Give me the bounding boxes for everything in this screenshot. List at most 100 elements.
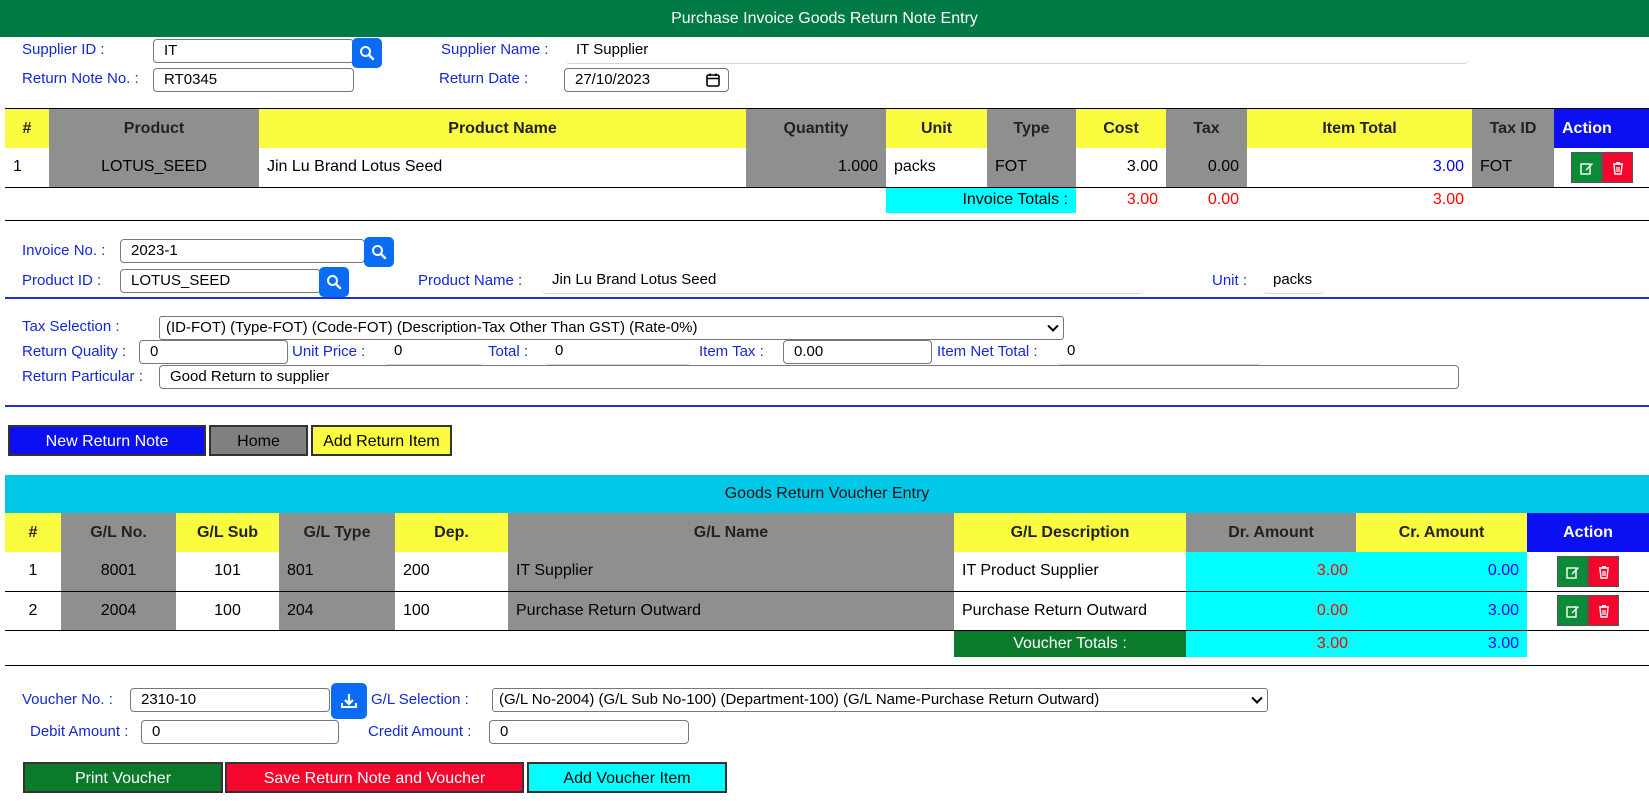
cell-cr-amount: 3.00 (1356, 591, 1527, 631)
item-tax-label: Item Tax : (699, 343, 764, 360)
supplier-search-button[interactable] (352, 38, 382, 68)
supplier-id-label: Supplier ID : (22, 41, 105, 58)
totals-row: Invoice Totals : 3.00 0.00 3.00 (5, 187, 1649, 213)
cell-unit: packs (886, 148, 987, 188)
cell-action (1527, 552, 1649, 592)
add-return-item-button[interactable]: Add Return Item (311, 425, 452, 456)
calendar-icon[interactable] (706, 73, 720, 87)
return-particular-input[interactable]: Good Return to supplier (159, 365, 1459, 389)
voucher-total-cr: 3.00 (1356, 630, 1527, 657)
page-title: Purchase Invoice Goods Return Note Entry (0, 0, 1649, 37)
return-particular-label: Return Particular : (22, 368, 143, 385)
unit-price-label: Unit Price : (292, 343, 366, 360)
cell-gl-sub: 100 (176, 591, 279, 631)
delete-row-button[interactable] (1588, 555, 1619, 587)
col-header: Dep. (395, 513, 508, 552)
gl-selection-select[interactable]: (G/L No-2004) (G/L Sub No-100) (Departme… (492, 688, 1268, 712)
divider (5, 220, 1649, 221)
return-note-input[interactable]: RT0345 (153, 68, 354, 92)
supplier-id-input[interactable]: IT (153, 39, 354, 63)
cell-gl-name: IT Supplier (508, 552, 954, 592)
col-header: Item Total (1247, 109, 1472, 148)
product-name-label: Product Name : (418, 272, 523, 289)
voucher-section-title: Goods Return Voucher Entry (5, 475, 1649, 513)
search-icon (372, 245, 387, 260)
col-header: Cr. Amount (1356, 513, 1527, 552)
voucher-download-button[interactable] (331, 683, 367, 719)
tax-selection-value: (ID-FOT) (Type-FOT) (Code-FOT) (Descript… (166, 319, 698, 336)
cell-no: 1 (5, 148, 49, 188)
cell-tax: 0.00 (1166, 148, 1247, 188)
col-header: G/L Name (508, 513, 954, 552)
search-icon (360, 46, 375, 61)
chevron-down-icon (1251, 692, 1263, 704)
debit-amount-input[interactable]: 0 (141, 720, 339, 744)
cell-dr-amount: 0.00 (1186, 591, 1356, 631)
col-header: G/L Type (279, 513, 395, 552)
trash-icon (1612, 161, 1623, 175)
cell-gl-desc: Purchase Return Outward (954, 591, 1186, 631)
invoice-search-button[interactable] (364, 237, 394, 267)
item-tax-input[interactable]: 0.00 (783, 340, 932, 364)
cell-dr-amount: 3.00 (1186, 552, 1356, 592)
col-header: Product (49, 109, 259, 148)
product-name-field: Jin Lu Brand Lotus Seed (542, 268, 1143, 294)
item-net-total-field: 0 (1057, 339, 1261, 365)
voucher-totals-label: Voucher Totals : (954, 630, 1186, 657)
edit-row-button[interactable] (1557, 555, 1588, 587)
totals-row: Voucher Totals : 3.00 3.00 (5, 630, 1649, 657)
unit-field: packs (1263, 268, 1324, 294)
product-id-input[interactable]: LOTUS_SEED (120, 269, 321, 293)
voucher-table: # G/L No. G/L Sub G/L Type Dep. G/L Name… (5, 513, 1649, 657)
voucher-no-label: Voucher No. : (22, 691, 113, 708)
cell-dep: 200 (395, 552, 508, 592)
divider (5, 405, 1649, 407)
col-header: Tax (1166, 109, 1247, 148)
cell-gl-no: 8001 (61, 552, 176, 592)
col-header: Dr. Amount (1186, 513, 1356, 552)
return-quality-input[interactable]: 0 (139, 340, 288, 364)
credit-amount-label: Credit Amount : (368, 723, 472, 740)
add-voucher-item-button[interactable]: Add Voucher Item (527, 762, 727, 793)
tax-selection-label: Tax Selection : (22, 318, 120, 335)
cell-type: FOT (987, 148, 1076, 188)
invoice-no-input[interactable]: 2023-1 (120, 239, 365, 263)
edit-icon (1566, 606, 1579, 618)
supplier-name-label: Supplier Name : (441, 41, 549, 58)
voucher-no-input[interactable]: 2310-10 (130, 688, 330, 712)
return-note-label: Return Note No. : (22, 70, 139, 87)
col-header: # (5, 513, 61, 552)
edit-row-button[interactable] (1570, 151, 1602, 183)
trash-icon (1599, 605, 1609, 618)
col-header: Quantity (746, 109, 886, 148)
delete-row-button[interactable] (1601, 151, 1633, 183)
product-search-button[interactable] (319, 267, 349, 297)
col-header: Unit (886, 109, 987, 148)
search-icon (327, 275, 342, 290)
cell-dep: 100 (395, 591, 508, 631)
supplier-name-field: IT Supplier (566, 38, 1468, 64)
delete-row-button[interactable] (1588, 595, 1619, 626)
home-button[interactable]: Home (209, 425, 308, 456)
tax-selection-select[interactable]: (ID-FOT) (Type-FOT) (Code-FOT) (Descript… (159, 316, 1064, 340)
cell-no: 2 (5, 591, 61, 631)
cell-cr-amount: 0.00 (1356, 552, 1527, 592)
trash-icon (1599, 565, 1609, 579)
return-date-input[interactable]: 27/10/2023 (564, 68, 729, 92)
return-quality-label: Return Quality : (22, 343, 127, 360)
download-icon (341, 694, 357, 708)
cell-no: 1 (5, 552, 61, 592)
gl-selection-label: G/L Selection : (371, 691, 469, 708)
credit-amount-input[interactable]: 0 (489, 720, 689, 744)
edit-icon (1566, 566, 1579, 579)
invoice-total-cost: 3.00 (1126, 191, 1158, 209)
edit-row-button[interactable] (1557, 595, 1588, 626)
save-return-note-button[interactable]: Save Return Note and Voucher (225, 762, 524, 793)
new-return-note-button[interactable]: New Return Note (8, 425, 206, 456)
cell-cost: 3.00 (1076, 148, 1166, 188)
invoice-total-tax: 0.00 (1207, 191, 1239, 209)
col-header: G/L Description (954, 513, 1186, 552)
return-date-value: 27/10/2023 (575, 71, 651, 88)
cell-gl-name: Purchase Return Outward (508, 591, 954, 631)
print-voucher-button[interactable]: Print Voucher (23, 762, 223, 793)
